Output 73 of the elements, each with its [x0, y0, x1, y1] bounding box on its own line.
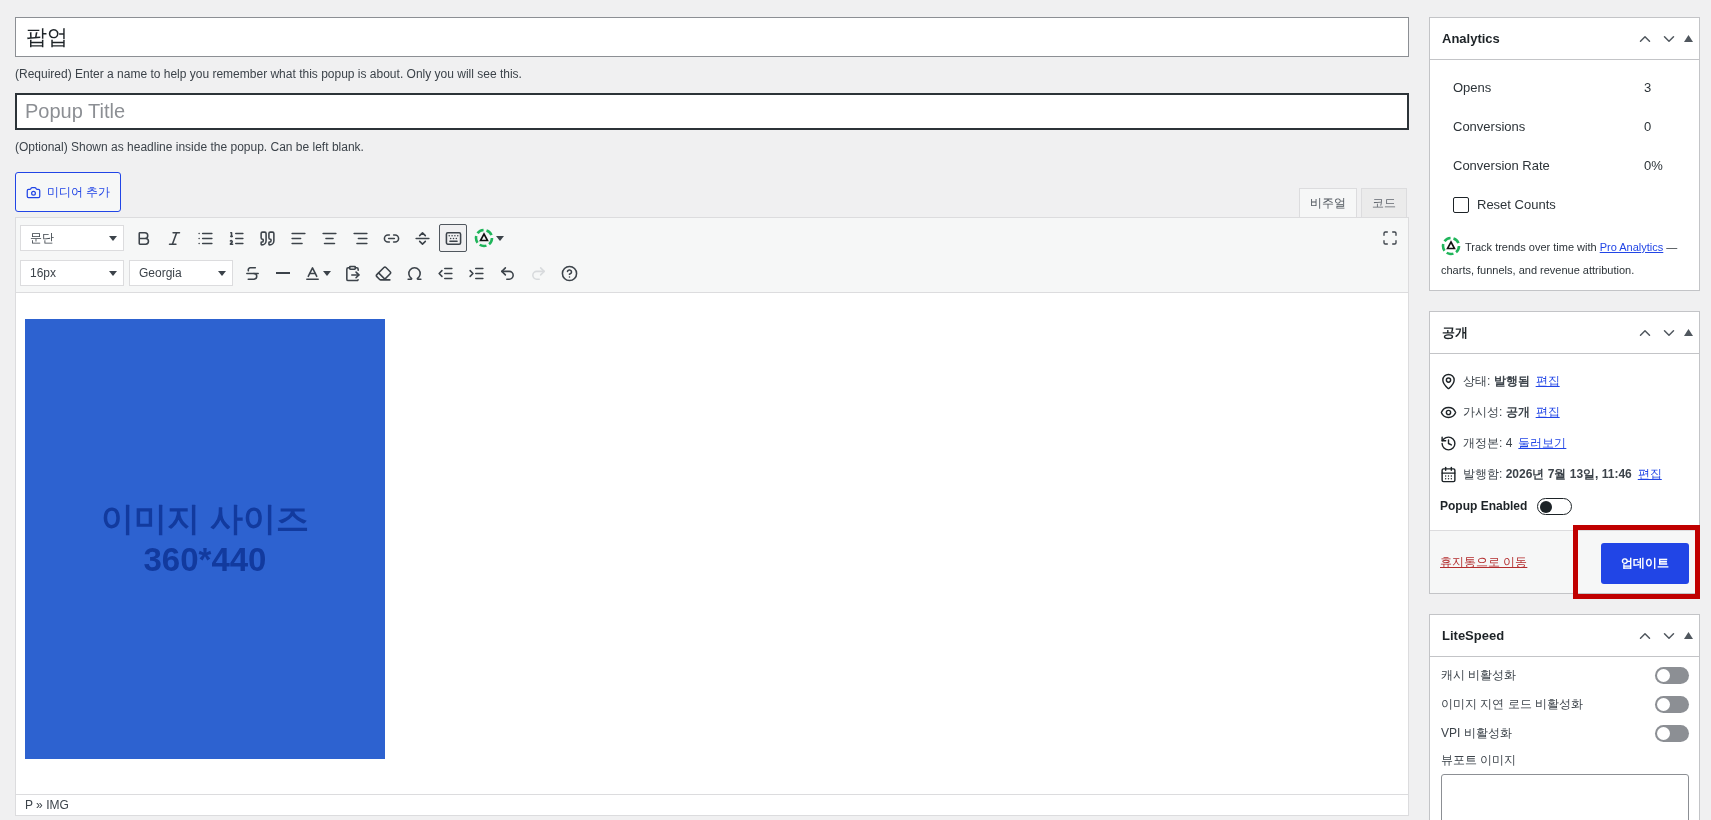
- stat-label: Conversions: [1453, 119, 1527, 134]
- trash-link[interactable]: 휴지통으로 이동: [1440, 553, 1528, 571]
- horizontal-line-icon: [276, 272, 290, 274]
- help-icon: [560, 264, 578, 282]
- keyboard-icon: [444, 229, 462, 247]
- caret-icon: [109, 235, 117, 241]
- edit-link[interactable]: 둘러보기: [1518, 435, 1567, 452]
- edit-link[interactable]: 편집: [1535, 404, 1560, 421]
- stat-value: 0: [1644, 119, 1652, 134]
- triangle-icon[interactable]: [1684, 632, 1693, 639]
- redo-icon: [529, 264, 547, 282]
- caret-icon: [323, 270, 331, 276]
- headline-hint: (Optional) Shown as headline inside the popup. Can be left blank.: [15, 140, 365, 154]
- caret-icon: [218, 270, 226, 276]
- triangle-icon[interactable]: [1684, 329, 1693, 336]
- format-select[interactable]: 문단: [20, 225, 124, 251]
- history-icon: [1440, 435, 1457, 452]
- dashed-ring-icon: [1441, 236, 1461, 256]
- headline-field[interactable]: Popup Title: [15, 93, 1409, 130]
- setting-label: 캐시 비활성화: [1441, 667, 1517, 684]
- separator-icon: [413, 229, 431, 247]
- publish-info: 가시성: 공개: [1463, 404, 1530, 421]
- caret-icon: [496, 235, 504, 241]
- toolbar-toggle-button[interactable]: [439, 224, 467, 252]
- edit-link[interactable]: 편집: [1637, 466, 1662, 483]
- panel-title: LiteSpeed: [1442, 628, 1506, 643]
- editor-tab[interactable]: 코드: [1361, 188, 1407, 217]
- publish-info: 발행함: 2026년 7월 13일, 11:46: [1463, 466, 1632, 483]
- setting-toggle[interactable]: [1655, 667, 1689, 684]
- dashed-ring-icon: [474, 228, 494, 248]
- setting-label: 이미지 지연 로드 비활성화: [1441, 696, 1583, 713]
- panel-title: Analytics: [1442, 31, 1501, 46]
- toggle-label: Popup Enabled: [1440, 499, 1528, 513]
- editor-tab[interactable]: 비주얼: [1299, 188, 1357, 217]
- eraser-icon: [374, 264, 392, 282]
- stat-label: Conversion Rate: [1453, 158, 1551, 173]
- camera-icon: [26, 184, 41, 200]
- pro-analytics-link[interactable]: Pro Analytics: [1599, 241, 1664, 254]
- caret-icon: [109, 270, 117, 276]
- setting-toggle[interactable]: [1655, 696, 1689, 713]
- update-button[interactable]: 업데이트: [1601, 542, 1689, 584]
- publish-info: 개정본: 4: [1463, 435, 1513, 452]
- pin-icon: [1440, 373, 1457, 390]
- popup-enabled-toggle[interactable]: [1537, 497, 1573, 515]
- triangle-icon[interactable]: [1684, 35, 1693, 42]
- element-path: P » IMG: [16, 794, 1408, 815]
- undo-icon: [498, 264, 516, 282]
- calendar-icon: [1440, 466, 1457, 483]
- edit-link[interactable]: 편집: [1535, 373, 1560, 390]
- title-hint: (Required) Enter a name to help you remember what this popup is about. Only you will see this.: [15, 67, 523, 81]
- stat-value: 0%: [1644, 158, 1663, 173]
- stat-value: 3: [1644, 80, 1652, 95]
- strikethrough-icon: [243, 264, 261, 282]
- promo-text: Track trends over time with Pro Analytics — charts, funnels, and revenue attribution.: [1430, 230, 1699, 290]
- clipboard-icon: [343, 264, 361, 282]
- title-field[interactable]: 팝업: [15, 17, 1409, 57]
- panel-title: 공개: [1442, 323, 1469, 342]
- font-family-select[interactable]: Georgia: [129, 260, 233, 286]
- checkbox-label: Reset Counts: [1477, 197, 1556, 212]
- fullscreen-icon: [1382, 230, 1398, 246]
- field-label: 뷰포트 이미지: [1441, 752, 1518, 769]
- text-color-icon: [304, 264, 321, 282]
- stat-label: Opens: [1453, 80, 1493, 95]
- add-media-button[interactable]: 미디어 추가: [15, 172, 122, 212]
- reset-checkbox[interactable]: [1453, 196, 1469, 213]
- setting-toggle[interactable]: [1655, 725, 1689, 742]
- setting-label: VPI 비활성화: [1441, 725, 1512, 742]
- quote-icon: [258, 229, 276, 247]
- eye-icon: [1440, 404, 1457, 421]
- publish-info: 상태: 발행됨: [1463, 373, 1530, 390]
- omega-icon: [405, 264, 423, 282]
- numbered-list-icon: [227, 229, 245, 247]
- font-size-select[interactable]: 16px: [20, 260, 124, 286]
